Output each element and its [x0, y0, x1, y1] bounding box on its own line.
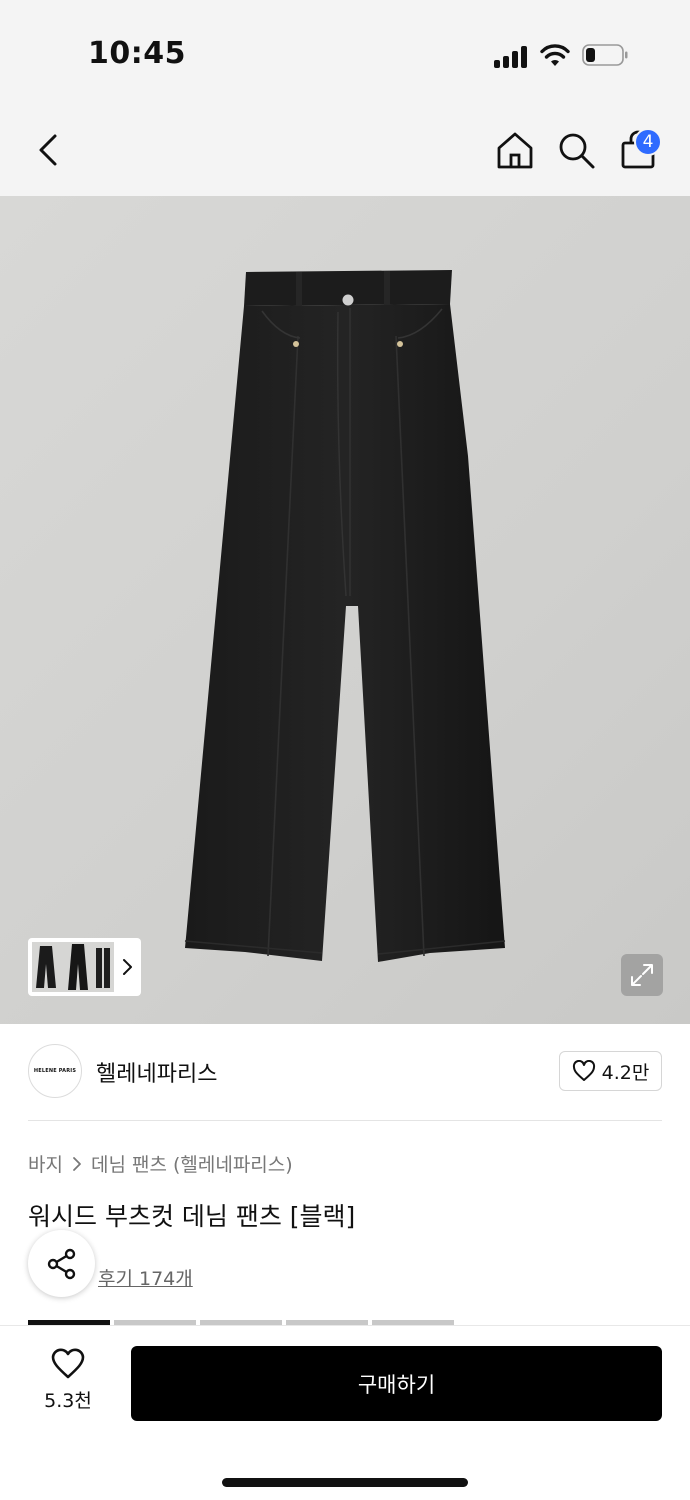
bottom-action-bar: 5.3천 구매하기 — [0, 1325, 690, 1500]
brand-like-button[interactable]: 4.2만 — [559, 1051, 662, 1091]
brand-row: HELENE PARIS 헬레네파리스 4.2만 — [0, 1024, 690, 1120]
chevron-right-icon — [73, 1156, 81, 1171]
review-link[interactable]: 후기 174개 — [98, 1264, 193, 1291]
chevron-right-icon — [123, 959, 132, 975]
battery-icon — [582, 44, 628, 66]
brand-logo[interactable]: HELENE PARIS — [28, 1044, 82, 1098]
breadcrumb-subcategory[interactable]: 데님 팬츠 (헬레네파리스) — [91, 1150, 293, 1177]
home-icon — [497, 132, 533, 169]
search-icon — [559, 133, 595, 169]
breadcrumb-category[interactable]: 바지 — [28, 1150, 63, 1177]
back-button[interactable] — [24, 126, 72, 174]
buy-button[interactable]: 구매하기 — [131, 1346, 662, 1421]
share-icon — [47, 1248, 75, 1279]
cellular-signal-icon — [494, 44, 530, 68]
wifi-icon — [540, 44, 570, 66]
wishlist-button[interactable]: 5.3천 — [30, 1346, 106, 1426]
gallery-thumbnail-strip[interactable] — [28, 938, 141, 996]
back-chevron-icon — [39, 134, 57, 166]
breadcrumb: 바지 데님 팬츠 (헬레네파리스) — [28, 1150, 293, 1177]
home-indicator — [222, 1478, 468, 1487]
share-button[interactable] — [28, 1230, 95, 1297]
home-button[interactable] — [491, 126, 539, 174]
status-time: 10:45 — [88, 36, 186, 71]
expand-image-button[interactable] — [621, 954, 663, 996]
gallery-thumbnail — [32, 942, 114, 992]
brand-name[interactable]: 헬레네파리스 — [96, 1056, 217, 1088]
product-photo-jeans — [184, 270, 506, 962]
heart-icon — [572, 1060, 595, 1081]
product-title: 워시드 부츠컷 데님 팬츠 [블랙] — [28, 1202, 356, 1231]
status-bar: 10:45 — [0, 0, 690, 110]
expand-icon — [631, 964, 653, 986]
cart-badge: 4 — [634, 128, 662, 156]
navigation-bar — [0, 110, 690, 196]
divider — [28, 1120, 662, 1121]
search-button[interactable] — [552, 126, 600, 174]
brand-like-count: 4.2만 — [601, 1061, 650, 1084]
heart-icon — [51, 1348, 85, 1379]
product-image[interactable] — [0, 196, 690, 1024]
wishlist-count: 5.3천 — [44, 1390, 92, 1412]
